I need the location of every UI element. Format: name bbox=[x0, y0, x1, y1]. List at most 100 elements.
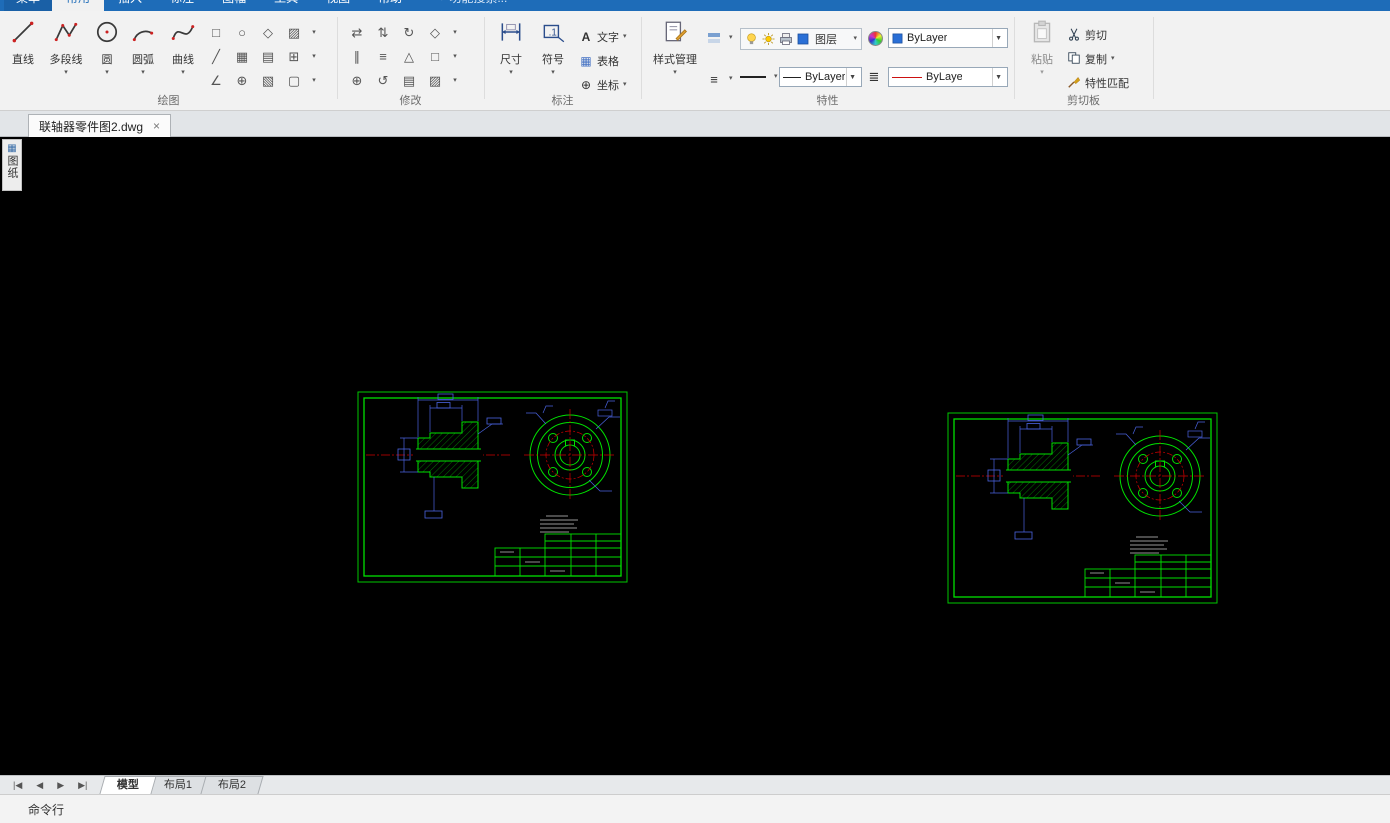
linetype-list-button[interactable]: ≣ bbox=[866, 67, 885, 87]
modify-tool-icon[interactable]: △ bbox=[396, 45, 422, 69]
text-icon: A bbox=[581, 30, 591, 44]
layer-color-swatch[interactable] bbox=[797, 33, 809, 45]
close-icon[interactable]: × bbox=[153, 119, 160, 133]
menu-tab-home[interactable]: 常用 bbox=[52, 0, 105, 11]
modify-tool-icon[interactable]: ∥ bbox=[344, 45, 370, 69]
modify-tool-icon[interactable]: ⇄ bbox=[344, 21, 370, 45]
modify-tool-icon[interactable]: ⊕ bbox=[344, 69, 370, 93]
annotate-panel-label: 标注 bbox=[551, 95, 574, 107]
menu-tab-help[interactable]: 帮助 bbox=[364, 0, 416, 11]
dropdown-arrow-icon[interactable]: ▾ bbox=[774, 73, 778, 81]
draw-tool-icon[interactable]: ▢ bbox=[281, 69, 307, 93]
draw-tool-icon[interactable]: ▦ bbox=[229, 45, 255, 69]
dropdown-arrow-icon[interactable]: ▾ bbox=[729, 75, 733, 83]
circle-button[interactable]: 圆 ▾ bbox=[92, 16, 122, 96]
dropdown-arrow-icon[interactable]: ▾ bbox=[1040, 69, 1044, 77]
dropdown-arrow-icon[interactable]: ▾ bbox=[307, 45, 321, 69]
combo-arrow-icon[interactable]: ▼ bbox=[846, 68, 858, 86]
copy-button[interactable]: 复制 ▾ bbox=[1066, 49, 1115, 69]
draw-tool-icon[interactable]: ⊕ bbox=[229, 69, 255, 93]
draw-tool-icon[interactable]: ∠ bbox=[203, 69, 229, 93]
table-button[interactable]: ▦ 表格 bbox=[578, 51, 619, 71]
draw-tool-icon[interactable]: ▧ bbox=[255, 69, 281, 93]
dropdown-arrow-icon[interactable]: ▾ bbox=[181, 69, 185, 77]
dropdown-arrow-icon[interactable]: ▾ bbox=[509, 69, 513, 77]
linetype-combo[interactable]: ByLayer ▼ bbox=[888, 67, 1008, 87]
nav-prev-icon[interactable]: ◀ bbox=[29, 780, 50, 791]
modify-tool-icon[interactable]: ▨ bbox=[422, 69, 448, 93]
line-sample-button[interactable]: ▾ bbox=[740, 67, 778, 87]
dropdown-arrow-icon[interactable]: ▾ bbox=[551, 69, 555, 77]
nav-next-icon[interactable]: ▶ bbox=[50, 780, 71, 791]
dropdown-arrow-icon[interactable]: ▾ bbox=[1111, 55, 1115, 63]
modify-tool-icon[interactable]: ≡ bbox=[370, 45, 396, 69]
combo-arrow-icon[interactable]: ▼ bbox=[992, 29, 1004, 47]
command-bar[interactable]: 命令行 bbox=[0, 794, 1390, 823]
dropdown-arrow-icon[interactable]: ▾ bbox=[853, 35, 857, 43]
layer-freeze-sun-icon[interactable] bbox=[762, 32, 775, 46]
function-search[interactable]: ✎ 功能搜索... bbox=[434, 0, 507, 11]
cut-button[interactable]: 剪切 bbox=[1066, 25, 1107, 45]
arc-button[interactable]: 圆弧 ▾ bbox=[124, 16, 162, 96]
modify-tool-icon[interactable]: ▤ bbox=[396, 69, 422, 93]
combo-arrow-icon[interactable]: ▼ bbox=[992, 68, 1004, 86]
paste-button[interactable]: 粘贴 ▾ bbox=[1022, 16, 1062, 96]
modify-tool-icon[interactable]: ↺ bbox=[370, 69, 396, 93]
dropdown-arrow-icon[interactable]: ▾ bbox=[64, 69, 68, 77]
dropdown-arrow-icon[interactable]: ▾ bbox=[623, 81, 627, 89]
dropdown-arrow-icon[interactable]: ▾ bbox=[448, 45, 462, 69]
menu-tab-sheet[interactable]: 图幅 bbox=[208, 0, 260, 11]
dropdown-arrow-icon[interactable]: ▾ bbox=[105, 69, 109, 77]
sheet-palette-tab[interactable]: ▦ 图纸 bbox=[2, 139, 22, 191]
layer-combo[interactable]: ByLayer ▼ bbox=[888, 28, 1008, 48]
draw-tool-icon[interactable]: ▤ bbox=[255, 45, 281, 69]
modify-tool-icon[interactable]: ↻ bbox=[396, 21, 422, 45]
modify-tool-icon[interactable]: ⇅ bbox=[370, 21, 396, 45]
draw-tool-icon[interactable]: ⊞ bbox=[281, 45, 307, 69]
polyline-icon bbox=[53, 16, 79, 48]
dropdown-arrow-icon[interactable]: ▾ bbox=[623, 33, 627, 41]
menu-tab-annotate[interactable]: 标注 bbox=[156, 0, 208, 11]
symbol-button[interactable]: .1 符号 ▾ bbox=[534, 16, 572, 96]
spline-button[interactable]: 曲线 ▾ bbox=[164, 16, 202, 96]
cad-viewport[interactable] bbox=[0, 137, 1390, 775]
nav-last-icon[interactable]: ▶| bbox=[71, 780, 94, 791]
document-tab[interactable]: 联轴器零件图2.dwg × bbox=[28, 114, 172, 137]
polyline-button[interactable]: 多段线 ▾ bbox=[42, 16, 90, 96]
text-button[interactable]: A 文字 ▾ bbox=[578, 27, 627, 47]
draw-tool-icon[interactable]: ╱ bbox=[203, 45, 229, 69]
menu-tab-view[interactable]: 视图 bbox=[312, 0, 364, 11]
menu-tab-tools[interactable]: 工具 bbox=[260, 0, 312, 11]
modify-tool-icon[interactable]: ◇ bbox=[422, 21, 448, 45]
draw-tool-icon[interactable]: ▨ bbox=[281, 21, 307, 45]
coordinate-icon: ⊕ bbox=[580, 78, 592, 92]
layer-on-bulb-icon[interactable] bbox=[745, 32, 758, 46]
style-manager-button[interactable]: 样式管理 ▾ bbox=[648, 16, 702, 96]
draw-tool-icon[interactable]: □ bbox=[203, 21, 229, 45]
list-tools-button[interactable]: ≡ ▾ bbox=[706, 69, 733, 89]
modify-tool-icon[interactable]: □ bbox=[422, 45, 448, 69]
color-picker-wheel[interactable] bbox=[868, 31, 883, 46]
dropdown-arrow-icon[interactable]: ▾ bbox=[141, 69, 145, 77]
lineweight-combo[interactable]: ByLayer ▼ bbox=[779, 67, 862, 87]
dropdown-arrow-icon[interactable]: ▾ bbox=[448, 21, 462, 45]
layer-tools-icon bbox=[706, 30, 722, 46]
layer-plot-printer-icon[interactable] bbox=[779, 32, 793, 46]
line-button[interactable]: 直线 bbox=[4, 16, 42, 96]
menu-tab-insert[interactable]: 插入 bbox=[104, 0, 156, 11]
tab-layout2[interactable]: 布局2 bbox=[199, 776, 264, 794]
dropdown-arrow-icon[interactable]: ▾ bbox=[729, 34, 733, 42]
tab-model[interactable]: 模型 bbox=[99, 776, 157, 794]
draw-tool-icon[interactable]: ◇ bbox=[255, 21, 281, 45]
dropdown-arrow-icon[interactable]: ▾ bbox=[307, 21, 321, 45]
menu-button[interactable]: 菜单 bbox=[4, 0, 53, 11]
dimension-button[interactable]: 尺寸 ▾ bbox=[492, 16, 530, 96]
match-properties-button[interactable]: 特性匹配 bbox=[1066, 73, 1129, 93]
nav-first-icon[interactable]: |◀ bbox=[6, 780, 29, 791]
dropdown-arrow-icon[interactable]: ▾ bbox=[673, 69, 677, 77]
model-canvas[interactable] bbox=[0, 137, 1390, 775]
layer-tools-button[interactable]: ▾ bbox=[706, 28, 733, 48]
dropdown-arrow-icon[interactable]: ▾ bbox=[307, 69, 321, 93]
draw-tool-icon[interactable]: ○ bbox=[229, 21, 255, 45]
dropdown-arrow-icon[interactable]: ▾ bbox=[448, 69, 462, 93]
